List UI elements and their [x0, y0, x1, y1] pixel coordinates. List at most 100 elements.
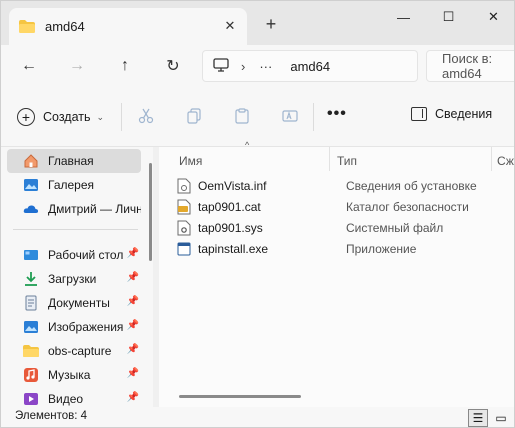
sidebar-divider — [13, 229, 138, 230]
column-header-label: Имя — [179, 154, 203, 168]
onedrive-cloud-icon — [23, 201, 39, 217]
sidebar-item-label: Видео — [48, 392, 84, 406]
column-header-name[interactable]: Имя — [179, 151, 202, 171]
breadcrumb-separator: › — [241, 58, 246, 74]
copy-icon[interactable] — [183, 105, 205, 127]
pictures-icon — [23, 319, 39, 335]
gallery-icon — [23, 177, 39, 193]
sidebar-item-label: obs-capture — [48, 344, 112, 358]
status-bar: Элементов: 4 ☰ ▭ — [1, 407, 514, 427]
sidebar-item-label: Галерея — [48, 178, 95, 192]
sidebar-item-label: Главная — [48, 154, 94, 168]
tiles-view-button[interactable]: ▭ — [491, 409, 511, 427]
column-header-label: Тип — [337, 154, 358, 168]
paste-icon[interactable] — [231, 105, 253, 127]
sidebar-item-videos[interactable]: Видео 📌 — [7, 387, 141, 407]
item-count: Элементов: 4 — [15, 410, 88, 422]
file-name: tap0901.sys — [198, 220, 263, 235]
sidebar-item-onedrive[interactable]: Дмитрий — Личное — [7, 197, 141, 221]
folder-icon — [23, 343, 39, 359]
more-options-button[interactable]: ••• — [327, 105, 347, 123]
sidebar-item-label: Документы — [48, 296, 110, 310]
file-name: tap0901.cat — [198, 199, 261, 214]
sidebar-item-gallery[interactable]: Галерея — [7, 173, 141, 197]
create-new-button[interactable]: + Создать ⌄ — [17, 105, 104, 129]
table-row[interactable]: tap0901.sys Системный файл — [177, 217, 507, 238]
file-name: tapinstall.exe — [198, 241, 269, 256]
up-button[interactable]: ↑ — [112, 53, 138, 79]
music-icon — [23, 367, 39, 383]
file-type: Каталог безопасности — [346, 199, 469, 214]
sidebar-item-documents[interactable]: Документы 📌 — [7, 291, 141, 315]
inf-file-icon — [177, 178, 191, 194]
horizontal-scrollbar[interactable] — [179, 395, 301, 398]
details-pane-icon — [411, 107, 427, 121]
cut-icon[interactable] — [135, 105, 157, 127]
file-type: Сведения об установке — [346, 178, 477, 193]
pin-icon: 📌 — [126, 296, 139, 307]
tab-title: amd64 — [45, 19, 85, 34]
computer-icon — [213, 57, 229, 75]
command-bar: + Создать ⌄ ••• Сведения — [1, 87, 514, 147]
toolbar-divider — [121, 103, 122, 131]
file-list-pane: Имя ^ Тип Сж OemVista.inf Сведения об ус… — [159, 140, 514, 407]
back-button[interactable]: ← — [16, 53, 42, 79]
videos-icon — [23, 391, 39, 407]
sidebar-item-desktop[interactable]: Рабочий стол 📌 — [7, 243, 141, 267]
chevron-down-icon: ⌄ — [96, 111, 105, 122]
details-view-button[interactable]: ☰ — [468, 409, 488, 427]
sidebar-item-label: Загрузки — [48, 272, 97, 286]
desktop-icon — [23, 247, 39, 263]
sidebar-item-downloads[interactable]: Загрузки 📌 — [7, 267, 141, 291]
refresh-button[interactable]: ↻ — [160, 53, 186, 79]
tab-amd64[interactable]: amd64 ✕ — [9, 8, 247, 45]
close-window-button[interactable]: ✕ — [471, 1, 514, 33]
documents-icon — [23, 295, 39, 311]
file-type: Системный файл — [346, 220, 444, 235]
sidebar-item-music[interactable]: Музыка 📌 — [7, 363, 141, 387]
tab-close-icon[interactable]: ✕ — [221, 17, 239, 35]
table-row[interactable]: OemVista.inf Сведения об установке — [177, 175, 507, 196]
column-divider[interactable] — [329, 147, 330, 171]
address-bar-row: ← → ↑ ↻ › ··· amd64 Поиск в: amd64 — [1, 45, 514, 87]
pin-icon: 📌 — [126, 344, 139, 355]
details-pane-button[interactable]: Сведения — [411, 107, 492, 121]
sys-file-icon — [177, 220, 191, 236]
breadcrumb-current-folder[interactable]: amd64 — [290, 59, 330, 74]
sidebar-item-home[interactable]: Главная — [7, 149, 141, 173]
table-row[interactable]: tapinstall.exe Приложение — [177, 238, 507, 259]
details-label: Сведения — [435, 107, 493, 121]
pin-icon: 📌 — [126, 392, 139, 403]
downloads-icon — [23, 271, 39, 287]
new-tab-button[interactable]: + — [260, 13, 282, 35]
sidebar-item-pictures[interactable]: Изображения 📌 — [7, 315, 141, 339]
file-type: Приложение — [346, 241, 417, 256]
cat-file-icon — [177, 199, 191, 215]
rename-icon[interactable] — [279, 105, 301, 127]
exe-file-icon — [177, 241, 191, 257]
sidebar-item-obs-capture[interactable]: obs-capture 📌 — [7, 339, 141, 363]
search-input[interactable]: Поиск в: amd64 — [426, 50, 514, 82]
maximize-button[interactable]: ☐ — [426, 1, 471, 33]
minimize-button[interactable]: — — [381, 1, 426, 33]
file-name: OemVista.inf — [198, 178, 267, 193]
pin-icon: 📌 — [126, 368, 139, 379]
file-explorer-window: amd64 ✕ + — ☐ ✕ ← → ↑ ↻ › ··· amd64 Поис… — [0, 0, 515, 428]
forward-button[interactable]: → — [64, 53, 90, 79]
sidebar-item-label: Дмитрий — Личное — [48, 202, 141, 216]
sidebar-scrollbar[interactable] — [149, 163, 152, 261]
navigation-pane: Главная Галерея Дмитрий — Личное Рабочий… — [1, 147, 153, 407]
sidebar-item-label: Изображения — [48, 320, 124, 334]
column-divider[interactable] — [491, 147, 492, 171]
home-icon — [23, 153, 39, 169]
column-header-type[interactable]: Тип — [337, 151, 357, 171]
column-header-compressed[interactable]: Сж — [497, 151, 514, 171]
column-header-label: Сж — [497, 154, 514, 168]
breadcrumb-ellipsis-button[interactable]: ··· — [259, 59, 272, 74]
pin-icon: 📌 — [126, 272, 139, 283]
table-row[interactable]: tap0901.cat Каталог безопасности — [177, 196, 507, 217]
pin-icon: 📌 — [126, 248, 139, 259]
folder-icon — [19, 20, 35, 33]
title-bar: amd64 ✕ + — ☐ ✕ — [1, 1, 514, 45]
address-bar[interactable]: › ··· amd64 — [202, 50, 418, 82]
